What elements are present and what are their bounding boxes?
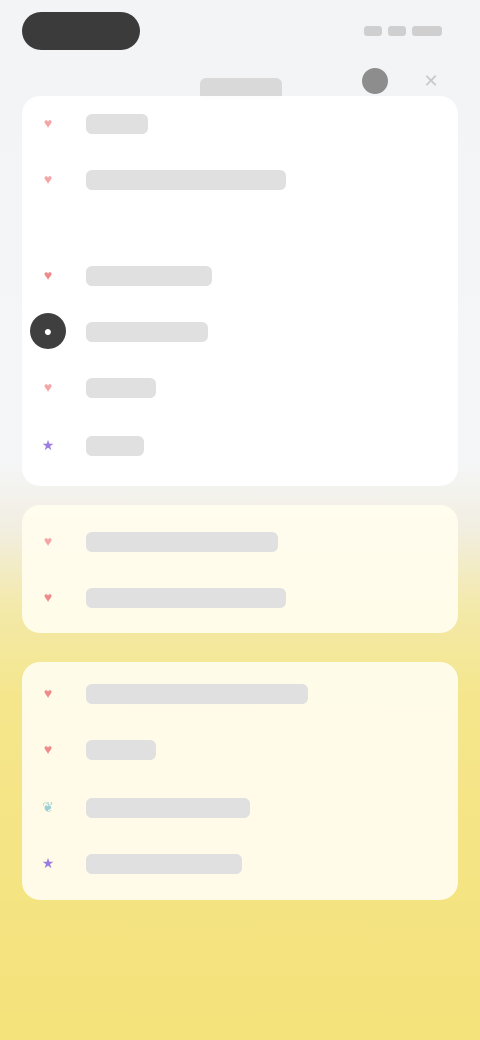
heart-icon: ♥ <box>43 115 53 131</box>
heart-icon: ♥ <box>43 589 53 605</box>
list-item[interactable]: ♥ <box>36 676 76 710</box>
dark-pill-icon <box>22 12 140 50</box>
close-icon[interactable]: ✕ <box>420 70 442 92</box>
list-item[interactable]: ♥ <box>36 580 76 614</box>
avatar-icon: ● <box>30 313 66 349</box>
heart-icon: ♥ <box>43 741 53 757</box>
heart-icon: ♥ <box>43 171 53 187</box>
section-middle <box>22 505 458 633</box>
list-item[interactable]: ★ <box>36 428 76 462</box>
list-item[interactable]: ♥ <box>36 106 76 140</box>
star-icon: ★ <box>41 436 55 453</box>
list-item[interactable]: ♥ <box>36 524 76 558</box>
battery-icon <box>412 26 442 36</box>
avatar-icon[interactable] <box>362 68 388 94</box>
heart-icon: ♥ <box>43 685 53 701</box>
signal-icon <box>364 26 382 36</box>
list-item[interactable]: ♥ <box>36 370 76 404</box>
section-top <box>22 96 458 486</box>
list-item[interactable]: ❦ <box>36 790 76 824</box>
wifi-icon <box>388 26 406 36</box>
list-item[interactable]: ● <box>30 313 82 349</box>
heart-icon: ♥ <box>43 379 53 395</box>
star-icon: ★ <box>41 854 55 871</box>
system-icons <box>350 24 442 38</box>
list-item[interactable]: ★ <box>36 846 76 880</box>
heart-icon: ♥ <box>43 533 53 549</box>
list-item[interactable]: ♥ <box>36 162 76 196</box>
status-bar <box>0 0 480 64</box>
list-item[interactable]: ♥ <box>36 258 76 292</box>
list-item[interactable]: ♥ <box>36 732 76 766</box>
leaf-icon: ❦ <box>42 798 54 815</box>
heart-icon: ♥ <box>43 267 53 283</box>
